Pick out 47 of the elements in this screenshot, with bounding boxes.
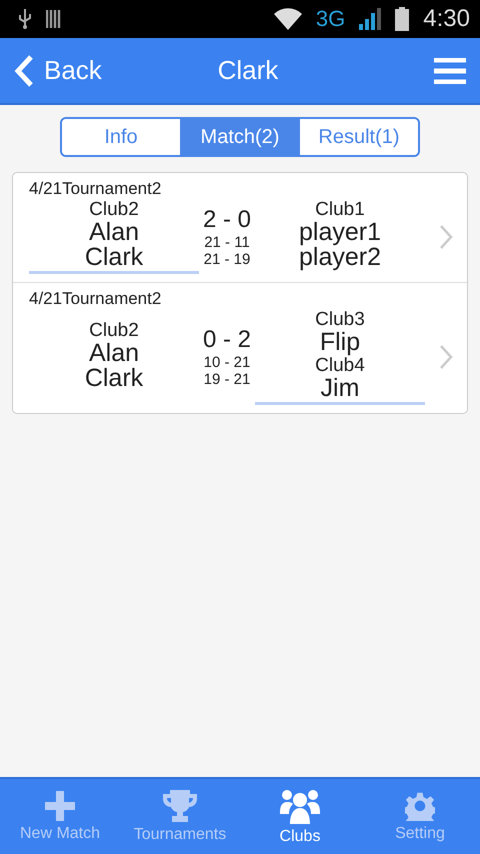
match-row[interactable]: 4/21Tournament2 Club2 Alan Clark 2 - 0 21 - 11 21 - 19 Club1 player1 player2 [13,173,467,282]
club-name: Club2 [89,320,139,340]
player-name: player1 [299,220,381,245]
player-name: player2 [299,245,381,270]
game-score: 10 - 21 [204,354,250,371]
player-name: Alan [88,220,140,245]
game-score: 21 - 11 [204,234,250,250]
club-name: Club2 [89,199,139,220]
settings-icon [405,790,435,820]
wifi-icon [274,8,302,30]
chevron-right-icon [439,224,453,248]
match-header: 4/21Tournament2 [29,179,162,199]
player-name: Flip [320,330,360,355]
player-name: Clark [84,366,144,390]
trophy-icon [163,790,197,822]
match-score: 2 - 0 [202,206,252,234]
tab[interactable]: Match(2) [180,119,299,155]
nav-tab[interactable]: Setting [360,779,480,854]
signal-icon [359,8,382,30]
club-name: Club4 [315,355,365,376]
nav-tab[interactable]: Tournaments [120,779,240,854]
player-name: Clark [84,245,144,270]
club-name: Club3 [315,309,365,330]
player-name: Jim [320,376,360,401]
nav-tab[interactable]: Clubs [240,779,360,854]
match-header: 4/21Tournament2 [29,289,162,309]
chevron-left-icon [14,54,34,86]
game-score: 19 - 21 [204,371,250,388]
match-row[interactable]: 4/21Tournament2 Club2 Alan Clark 0 - 2 10 - 21 19 - 21 Club3 Flip Club4 Jim [13,282,467,413]
tab[interactable]: Result(1) [299,119,418,155]
usb-icon [18,9,32,29]
player-name: Alan [88,340,140,366]
network-type: 3G [316,6,346,32]
group-icon [280,788,320,824]
game-score: 21 - 19 [204,250,250,268]
tab[interactable]: Info [62,119,180,155]
screen-title: Clark [216,55,280,86]
chevron-right-icon [439,345,453,369]
back-button[interactable]: Back [14,54,102,86]
nav-tab[interactable]: New Match [0,779,120,854]
clock: 4:30 [423,5,470,33]
battery-icon [395,7,410,31]
menu-icon[interactable] [434,58,466,84]
match-score: 0 - 2 [202,326,252,354]
club-name: Club1 [315,199,365,220]
barcode-icon [46,10,62,28]
plus-icon [45,790,75,820]
